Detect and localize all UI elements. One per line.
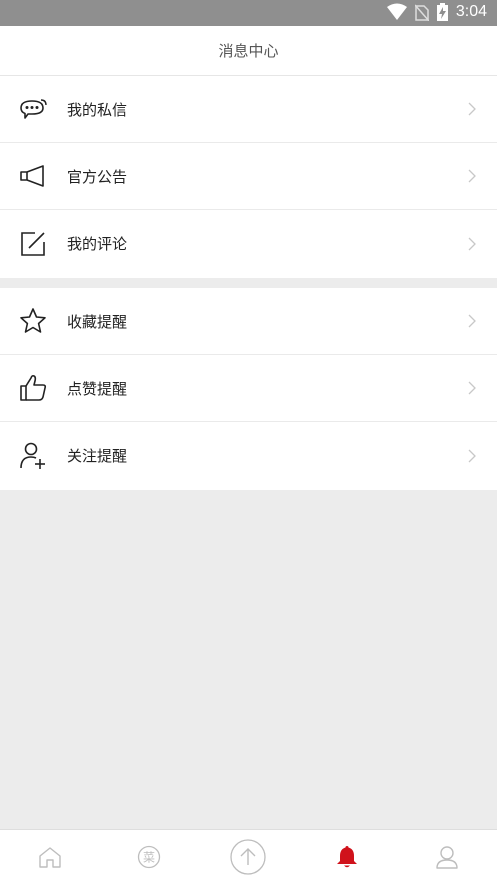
menu-item-label: 关注提醒 [67, 447, 128, 465]
thumbs-up-icon [20, 374, 47, 401]
chevron-right-icon [468, 449, 476, 462]
menu-item-label: 我的私信 [67, 100, 128, 119]
menu-item-follow-alerts[interactable]: 关注提醒 [0, 422, 497, 489]
home-icon [38, 847, 61, 868]
wifi-icon [386, 3, 407, 20]
bell-icon [336, 846, 357, 868]
edit-icon [21, 231, 45, 256]
tab-menu[interactable]: 菜 [99, 830, 198, 883]
add-user-icon [20, 442, 45, 469]
menu-item-favorite-alerts[interactable]: 收藏提醒 [0, 288, 497, 355]
upload-circle-icon [229, 839, 266, 875]
star-icon [20, 308, 46, 333]
menu-item-my-comments[interactable]: 我的评论 [0, 210, 497, 277]
status-bar: 3:04 [0, 0, 497, 26]
chevron-right-icon [468, 102, 476, 116]
tab-notifications[interactable] [297, 830, 396, 883]
menu-item-label: 我的评论 [67, 235, 128, 253]
tab-home[interactable] [0, 830, 99, 883]
page-header: 消息中心 [0, 26, 497, 76]
tab-upload[interactable] [198, 830, 297, 883]
menu-circle-icon: 菜 [137, 845, 160, 869]
menu-circle-glyph: 菜 [142, 851, 154, 865]
menu-item-like-alerts[interactable]: 点赞提醒 [0, 355, 497, 422]
chevron-right-icon [468, 381, 476, 395]
menu-item-private-messages[interactable]: 我的私信 [0, 76, 497, 143]
page-title: 消息中心 [218, 42, 279, 60]
no-sim-icon [414, 4, 429, 21]
chevron-right-icon [468, 314, 476, 328]
profile-icon [435, 846, 458, 869]
tab-profile[interactable] [396, 830, 497, 883]
menu-item-announcements[interactable]: 官方公告 [0, 143, 497, 210]
status-icons: 3:04 [386, 3, 487, 21]
message-group-2: 收藏提醒 点赞提醒 关注提醒 [0, 288, 497, 490]
status-time: 3:04 [455, 3, 487, 20]
battery-charging-icon [436, 3, 448, 21]
menu-item-label: 官方公告 [67, 167, 128, 186]
menu-item-label: 点赞提醒 [67, 379, 128, 398]
bottom-tab-bar: 菜 [0, 829, 497, 883]
chevron-right-icon [468, 237, 476, 250]
message-group-1: 我的私信 官方公告 我的评论 [0, 76, 497, 278]
menu-item-label: 收藏提醒 [67, 312, 128, 331]
chevron-right-icon [468, 169, 476, 183]
chat-bubble-icon [20, 99, 47, 119]
megaphone-icon [20, 165, 44, 187]
